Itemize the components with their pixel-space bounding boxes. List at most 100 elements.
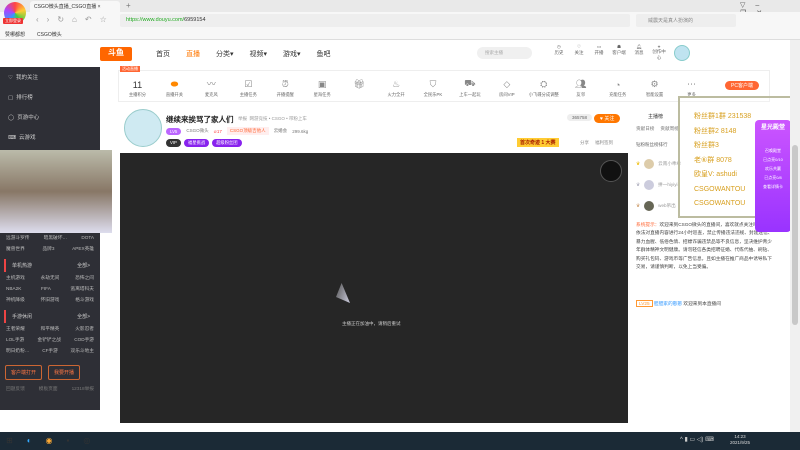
tab-weekly[interactable]: 贡献周榜: [660, 126, 678, 132]
challenge-badge[interactable]: 福星挑战: [183, 139, 210, 147]
game-link[interactable]: 永劫无间: [41, 275, 60, 282]
toolbar-carpool[interactable]: ⛟ 上车一起玩: [451, 78, 488, 98]
page-scrollbar[interactable]: [790, 40, 800, 435]
toolbar-gift[interactable]: 🎁︎礼物: [341, 79, 378, 98]
toolbar-star-task[interactable]: ▣ 星海任务: [304, 79, 341, 98]
game-link[interactable]: 逃离塔科夫: [71, 286, 94, 293]
toolbar-pk[interactable]: ⛉ 全民乐PK: [415, 79, 452, 98]
game-link[interactable]: NBA2K: [6, 286, 21, 293]
footer-link[interactable]: 回题反馈: [6, 386, 25, 392]
room-category[interactable]: 网游竞技 • CSGO • 带粉上车: [250, 116, 307, 121]
toolbar-tasks[interactable]: ☑ 主播任务: [230, 79, 267, 98]
toolbar-fire[interactable]: ♨ 火力全开: [378, 79, 415, 98]
toolbar-settings[interactable]: ⚙ 智能设置: [636, 79, 673, 98]
windows-start-icon[interactable]: ⊞: [6, 436, 13, 445]
obs-icon[interactable]: ◎: [83, 436, 90, 445]
fan-club-badge[interactable]: 超级粉丝团: [212, 139, 242, 147]
history-button[interactable]: ◷ 历史: [552, 44, 566, 61]
pc-client-button[interactable]: PC客户端: [725, 81, 759, 90]
bookmark[interactable]: 赞哪都想: [5, 32, 25, 38]
section-all-link[interactable]: 全部>: [77, 262, 90, 269]
nav-games[interactable]: 游戏▾: [283, 49, 301, 59]
game-link[interactable]: 恐怖之间: [75, 275, 94, 282]
toolbar-vip[interactable]: ◇ 房间VIP: [488, 79, 525, 98]
start-stream-button[interactable]: 我要开播: [48, 365, 81, 380]
nav-buttons[interactable]: ‹›↻⌂↶☆: [36, 15, 115, 24]
open-client-button[interactable]: 客户端打开: [5, 365, 43, 380]
game-link[interactable]: COD手游: [74, 337, 94, 344]
toolbar-reminder[interactable]: ⏰︎ 开播提醒: [267, 79, 304, 98]
video-player[interactable]: [120, 153, 628, 423]
system-tray[interactable]: ^ ▮ ▭ ◁) ⌨: [680, 436, 714, 443]
streamer-name[interactable]: CSGO微头: [186, 128, 208, 134]
nav-yuba[interactable]: 鱼吧: [317, 49, 331, 59]
game-link[interactable]: 怀旧游戏: [41, 297, 60, 304]
game-link[interactable]: 双乐斗地主: [71, 348, 94, 355]
section-all-link[interactable]: 全部>: [77, 313, 90, 320]
toolbar-live-switch[interactable]: ⬬ 直播开关: [156, 79, 193, 98]
url-input[interactable]: https://www.douyu.com/6959154: [120, 14, 630, 27]
toolbar-friends[interactable]: 👥︎ 友邻: [562, 79, 599, 98]
start-live-button[interactable]: ▭ 开播: [592, 44, 606, 61]
scrollbar-thumb[interactable]: [792, 145, 798, 325]
nav-live[interactable]: 直播: [186, 49, 200, 59]
nav-home[interactable]: 首页: [156, 49, 170, 59]
game-link[interactable]: 远游斗罗传: [6, 235, 29, 242]
toolbar-score[interactable]: 11 主播积分: [119, 80, 156, 98]
creator-center-button[interactable]: ⌖ 创作中心: [652, 44, 666, 61]
game-link[interactable]: LOL手游: [6, 337, 24, 344]
messages-button[interactable]: 🔔︎ 消息: [632, 44, 646, 61]
footer-link[interactable]: 12318举报: [72, 386, 94, 392]
game-link[interactable]: 火影忍者: [75, 326, 94, 333]
vip-badge[interactable]: VIP: [166, 139, 181, 147]
game-link[interactable]: 和平精英: [41, 326, 60, 333]
nav-video[interactable]: 视频▾: [250, 49, 268, 59]
game-link[interactable]: 暗黑破坏…: [44, 235, 67, 242]
sidebar-item-following[interactable]: ♡ 我的关注: [0, 67, 100, 87]
login-tag[interactable]: 立即登录: [3, 18, 23, 24]
game-link[interactable]: CF手游: [42, 348, 58, 355]
sidebar-item-cloudgame[interactable]: ⌨ 云游戏: [0, 127, 100, 147]
toolbar-charge[interactable]: ◔ 充能任务: [599, 80, 636, 98]
sign-in-button[interactable]: 福利签到: [595, 140, 613, 146]
sidebar-item-rankings[interactable]: ▢ 排行榜: [0, 87, 100, 107]
streamer-avatar[interactable]: [124, 109, 162, 147]
game-link[interactable]: 格斗游戏: [75, 297, 94, 304]
report-link[interactable]: 举报: [238, 116, 247, 121]
game-link[interactable]: 品牌3: [42, 246, 54, 253]
guild-name[interactable]: 云婚会: [274, 128, 288, 134]
new-tab-button[interactable]: +: [126, 1, 131, 10]
game-link[interactable]: 明日奶粉…: [6, 348, 29, 355]
game-link[interactable]: 魔兽世界: [6, 246, 25, 253]
toolbar-mic[interactable]: 〰麦克风: [193, 77, 230, 98]
user-avatar[interactable]: [674, 45, 690, 61]
rank-item[interactable]: ♛ 拼一hiyiyi: [636, 174, 681, 195]
nav-category[interactable]: 分类▾: [216, 49, 234, 59]
game-link[interactable]: FIFA: [41, 286, 51, 293]
site-search-input[interactable]: 搜索主播: [477, 47, 532, 59]
game-link[interactable]: 神机降级: [6, 297, 25, 304]
game-link[interactable]: 王者荣耀: [6, 326, 25, 333]
bookmark[interactable]: CSGO微头: [37, 32, 62, 38]
share-button[interactable]: 分享: [580, 140, 589, 146]
browser-tab[interactable]: CSGO微头直播_CSGO直播 ×: [30, 1, 120, 12]
follow-button[interactable]: ♥ 关注: [594, 114, 621, 123]
edge-icon[interactable]: ◐: [27, 436, 32, 445]
streamer-tag[interactable]: CSGO顶级吉他人: [226, 127, 269, 135]
sidebar-item-webgames[interactable]: ◯ 页游中心: [0, 107, 100, 127]
clock[interactable]: 14:23 2021/9/25: [730, 434, 750, 446]
game-link[interactable]: APEX英雄: [72, 246, 94, 253]
user-name[interactable]: 胆胆家的憨憨: [654, 301, 682, 306]
app-icon[interactable]: ▪: [67, 436, 70, 445]
browser-search-input[interactable]: 威震天是真人扮演的: [636, 14, 736, 27]
promo-card[interactable]: 星光殿堂 召唤殿堂 已点亮0/10 欢乐共赢 已点亮0/8 查看详情卡: [755, 120, 791, 232]
event-banner[interactable]: 首次奇迹 1 大赛: [517, 138, 559, 147]
footer-link[interactable]: 模板页面: [39, 386, 58, 392]
douyu-logo[interactable]: 斗鱼: [100, 47, 132, 61]
browser-icon[interactable]: ◉: [46, 436, 53, 445]
follow-list-button[interactable]: ♡ 关注: [572, 44, 586, 61]
rank-item[interactable]: ♛ web吊出: [636, 195, 681, 216]
game-link[interactable]: DOTA: [81, 235, 94, 242]
tab-daily[interactable]: 贡献日榜: [636, 126, 654, 132]
host-rank-link[interactable]: 主播榜: [648, 113, 663, 120]
